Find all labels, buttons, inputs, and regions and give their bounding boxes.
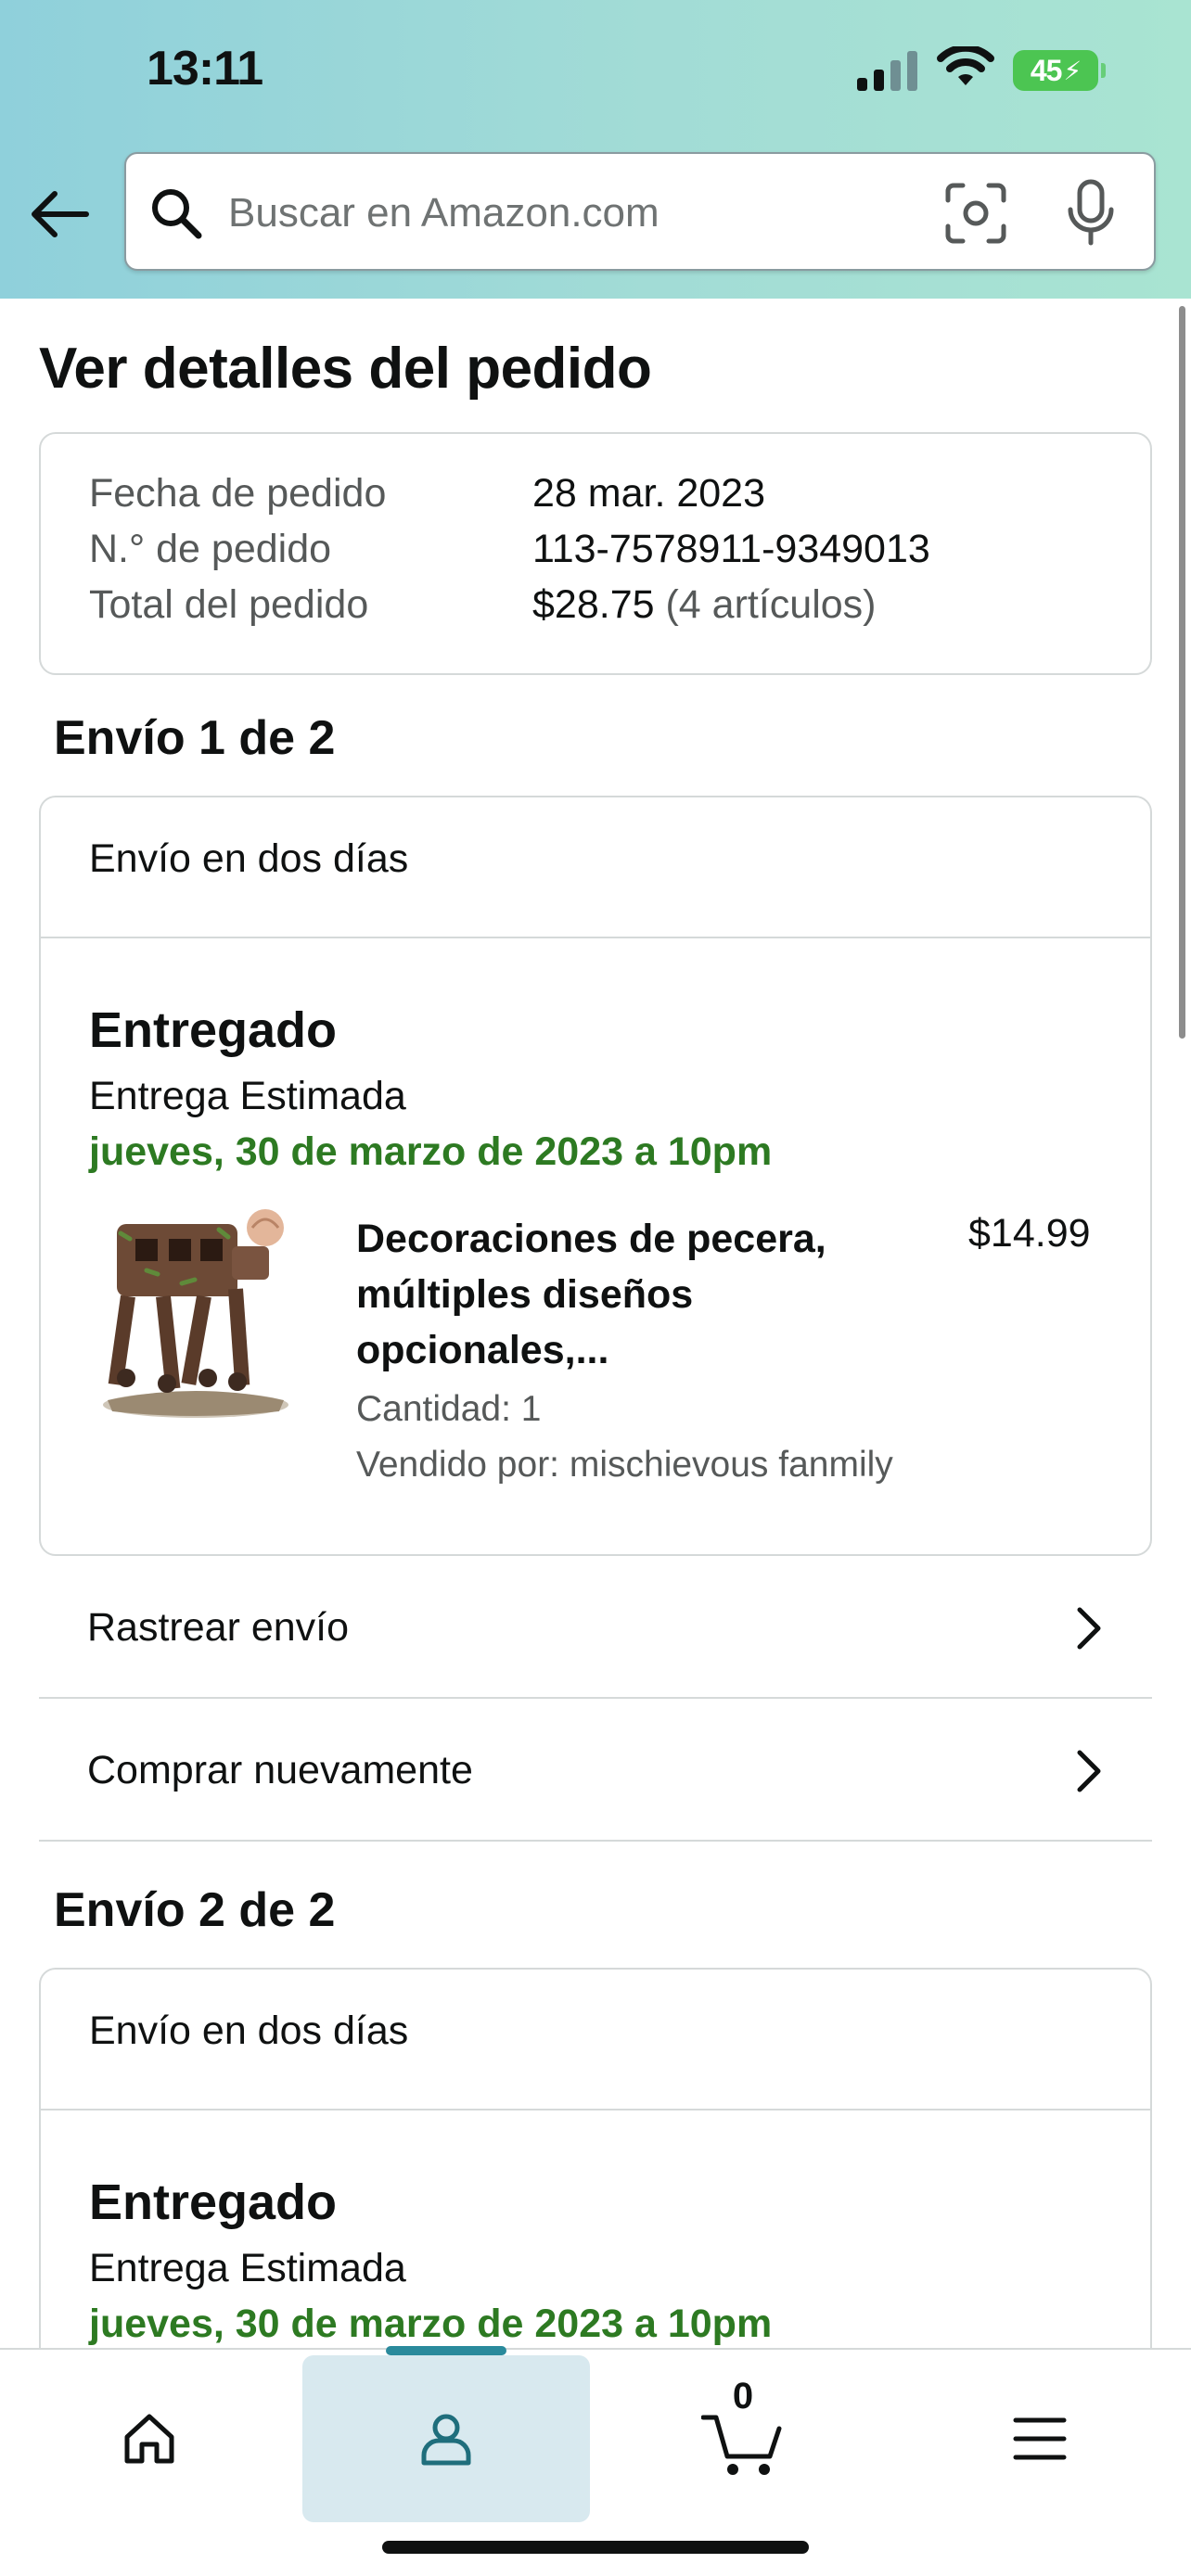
shipment-2-method-row: Envío en dos días (41, 1970, 1150, 2111)
order-total-label: Total del pedido (89, 582, 369, 627)
page-title: Ver detalles del pedido (39, 337, 652, 401)
chevron-right-icon (1077, 1607, 1101, 1650)
shipment-2-status: Entregado (89, 2174, 338, 2230)
search-bar[interactable] (124, 152, 1156, 271)
shipment-2-method: Envío en dos días (89, 2009, 409, 2053)
product-price: $14.99 (968, 1211, 1091, 1256)
product-quantity: Cantidad: 1 (356, 1389, 542, 1429)
microphone-icon[interactable] (1063, 178, 1119, 249)
back-arrow-icon (32, 191, 89, 237)
back-button[interactable] (28, 182, 93, 247)
shipment-2-estimate-date: jueves, 30 de marzo de 2023 a 10pm (89, 2302, 773, 2346)
buy-again-row[interactable]: Comprar nuevamente (39, 1701, 1152, 1842)
order-total-amount: $28.75 (532, 582, 655, 627)
order-number-value: 113-7578911-9349013 (532, 527, 930, 571)
shipment-1-estimate-label: Entrega Estimada (89, 1074, 406, 1118)
battery-indicator: 45 ⚡ (1013, 50, 1106, 91)
order-number-label: N.° de pedido (89, 527, 332, 571)
buy-again-label: Comprar nuevamente (87, 1747, 473, 1792)
nav-cart[interactable]: 0 (599, 2355, 887, 2522)
nav-home[interactable] (6, 2355, 293, 2522)
active-tab-indicator (386, 2346, 506, 2355)
wifi-icon (937, 46, 994, 85)
account-icon (421, 2414, 471, 2466)
charging-bolt-icon: ⚡ (1063, 56, 1082, 85)
shipment-1-method: Envío en dos días (89, 836, 409, 881)
shipment-2-card: Envío en dos días Entregado Entrega Esti… (39, 1968, 1152, 2348)
shipment-2-estimate-label: Entrega Estimada (89, 2246, 406, 2290)
order-total-value: $28.75 (4 artículos) (532, 582, 877, 628)
order-summary-card: Fecha de pedido 28 mar. 2023 N.° de pedi… (39, 432, 1152, 675)
order-date-label: Fecha de pedido (89, 471, 387, 516)
product-name[interactable]: Decoraciones de pecera, múltiples diseño… (356, 1211, 894, 1378)
shipment-2-title: Envío 2 de 2 (54, 1883, 336, 1937)
order-date-value: 28 mar. 2023 (532, 471, 766, 516)
nav-menu[interactable] (896, 2355, 1184, 2522)
menu-icon (1013, 2417, 1067, 2460)
order-details-content[interactable]: Ver detalles del pedido Fecha de pedido … (0, 299, 1191, 2348)
scrollbar[interactable] (1179, 306, 1185, 1039)
shipment-1-method-row: Envío en dos días (41, 797, 1150, 938)
cellular-signal-icon (857, 51, 917, 91)
home-indicator[interactable] (382, 2541, 809, 2554)
cart-icon (701, 2415, 782, 2475)
home-icon (124, 2414, 174, 2464)
shipment-1-card: Envío en dos días Entregado Entrega Esti… (39, 796, 1152, 1556)
camera-scan-icon[interactable] (942, 180, 1009, 247)
track-shipment-label: Rastrear envío (87, 1604, 350, 1650)
status-time: 13:11 (147, 42, 263, 96)
app-header: 13:11 45 ⚡ (0, 0, 1191, 299)
track-shipment-row[interactable]: Rastrear envío (39, 1558, 1152, 1699)
chevron-right-icon (1077, 1750, 1101, 1792)
cart-count: 0 (732, 2376, 754, 2417)
search-input[interactable] (228, 182, 1026, 245)
shipment-1-status: Entregado (89, 1002, 338, 1058)
shipment-1-estimate-date: jueves, 30 de marzo de 2023 a 10pm (89, 1129, 773, 1174)
search-icon (152, 189, 202, 239)
shipment-1-title: Envío 1 de 2 (54, 711, 336, 765)
product-seller: Vendido por: mischievous fanmily (356, 1445, 893, 1485)
battery-level: 45 (1030, 53, 1063, 87)
product-image[interactable] (89, 1205, 302, 1428)
order-item-count: (4 artículos) (665, 582, 877, 627)
nav-account[interactable] (302, 2355, 590, 2522)
